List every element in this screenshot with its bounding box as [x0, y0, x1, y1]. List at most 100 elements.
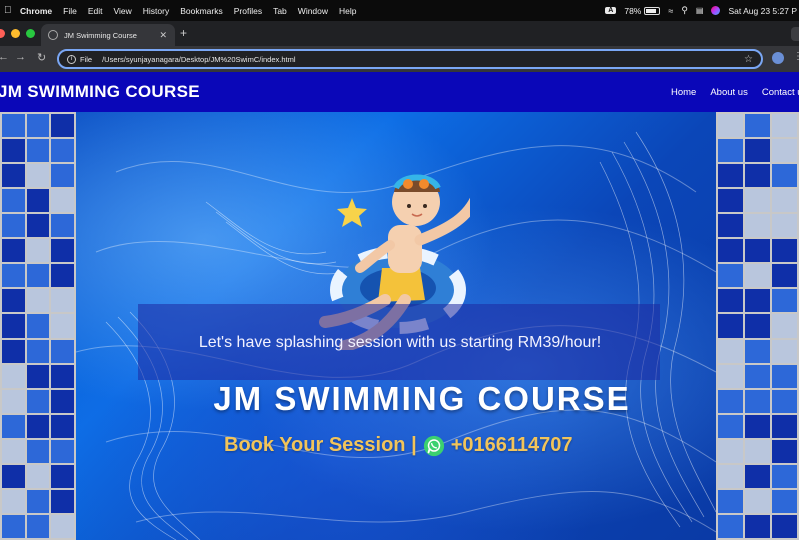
back-arrow-icon[interactable]: ←	[0, 51, 9, 63]
mosaic-tile	[772, 114, 797, 138]
menu-bookmarks[interactable]: Bookmarks	[180, 6, 223, 16]
mosaic-tile	[772, 189, 797, 213]
book-session-row[interactable]: Book Your Session | +0166114707	[224, 434, 573, 457]
mosaic-tile	[2, 139, 25, 163]
mosaic-tile	[26, 314, 50, 338]
mosaic-tile	[51, 464, 74, 488]
menu-kebab-icon[interactable]: ⋮	[793, 51, 799, 62]
bookmark-star-icon[interactable]: ☆	[744, 54, 753, 65]
hero-title: JM SWIMMING COURSE	[213, 380, 631, 417]
mosaic-tile	[745, 189, 770, 213]
mosaic-tile	[51, 339, 74, 363]
forward-arrow-icon[interactable]: →	[15, 51, 26, 63]
mosaic-tile	[772, 214, 797, 238]
mosaic-tile	[51, 439, 74, 463]
address-bar[interactable]: i File /Users/syunjayanagara/Desktop/JM%…	[57, 49, 763, 69]
mosaic-tile	[718, 514, 743, 538]
new-tab-button[interactable]: +	[180, 26, 187, 40]
wifi-icon[interactable]: ≈	[668, 6, 673, 16]
nav-home[interactable]: Home	[671, 87, 696, 98]
mosaic-tile	[51, 489, 74, 513]
zoom-window-button[interactable]	[26, 29, 35, 38]
scheme-label: File	[80, 54, 93, 64]
menu-window[interactable]: Window	[298, 6, 328, 16]
minimize-window-button[interactable]	[11, 29, 20, 38]
mosaic-tile	[26, 364, 50, 388]
nav-contact[interactable]: Contact u	[762, 87, 799, 98]
mosaic-tile	[2, 189, 25, 213]
battery-indicator[interactable]: 78%	[624, 5, 661, 16]
menu-tab[interactable]: Tab	[273, 6, 287, 16]
mosaic-tile	[26, 339, 50, 363]
clock[interactable]: Sat Aug 23 5:27 P	[728, 6, 797, 16]
url-text[interactable]: /Users/syunjayanagara/Desktop/JM%20SwimC…	[102, 55, 744, 64]
mosaic-tile	[2, 514, 25, 538]
mosaic-tile	[51, 239, 74, 263]
status-area: A 78% ≈ ⚲ ▤ Sat Aug 23 5:27 P	[605, 0, 799, 21]
mosaic-tile	[2, 314, 25, 338]
mosaic-tile	[772, 239, 797, 263]
mosaic-tile	[26, 214, 50, 238]
mosaic-tile	[718, 489, 743, 513]
mosaic-tile	[2, 239, 25, 263]
mosaic-tile	[26, 514, 50, 538]
input-source-badge[interactable]: A	[605, 7, 617, 14]
mosaic-tile	[26, 164, 50, 188]
phone-number[interactable]: +0166114707	[451, 434, 573, 457]
mosaic-tile	[2, 339, 25, 363]
mosaic-tiles-left	[0, 112, 76, 540]
apple-icon[interactable]: 	[4, 5, 14, 16]
mosaic-tile	[772, 514, 797, 538]
siri-icon[interactable]	[711, 6, 721, 15]
site-brand[interactable]: JM SWIMMING COURSE	[0, 82, 200, 102]
mosaic-tiles-right	[716, 112, 799, 540]
mosaic-tile	[745, 239, 770, 263]
mosaic-tile	[772, 389, 797, 413]
site-info-icon[interactable]: i	[67, 54, 76, 64]
close-window-button[interactable]	[0, 29, 5, 38]
mosaic-tile	[772, 289, 797, 313]
menu-profiles[interactable]: Profiles	[234, 6, 262, 16]
control-center-icon[interactable]: ▤	[696, 6, 704, 15]
mosaic-tile	[51, 189, 74, 213]
search-icon[interactable]: ⚲	[681, 5, 688, 16]
battery-percent: 78%	[624, 5, 642, 16]
mosaic-tile	[51, 214, 74, 238]
mosaic-tile	[51, 414, 74, 438]
mosaic-tile	[718, 414, 743, 438]
mosaic-tile	[26, 239, 50, 263]
globe-icon	[48, 30, 58, 40]
mosaic-tile	[745, 214, 770, 238]
menu-history[interactable]: History	[143, 6, 169, 16]
mosaic-tile	[718, 439, 743, 463]
mosaic-tile	[51, 514, 74, 538]
menu-chrome[interactable]: Chrome	[20, 6, 52, 16]
menu-view[interactable]: View	[113, 6, 131, 16]
mosaic-tile	[772, 314, 797, 338]
mosaic-tile	[745, 164, 770, 188]
site-nav-links: Home About us Contact u	[671, 87, 799, 98]
tab-jm-swimming-course[interactable]: JM Swimming Course ✕	[41, 24, 175, 46]
mosaic-tile	[718, 114, 743, 138]
reload-icon[interactable]: ↻	[37, 51, 46, 64]
mosaic-tile	[51, 164, 74, 188]
mosaic-tile	[718, 189, 743, 213]
close-tab-icon[interactable]: ✕	[159, 30, 167, 41]
mosaic-tile	[745, 264, 770, 288]
whatsapp-icon[interactable]	[423, 435, 445, 457]
mosaic-tile	[2, 289, 25, 313]
menu-help[interactable]: Help	[339, 6, 356, 16]
menu-file[interactable]: File	[63, 6, 77, 16]
menu-edit[interactable]: Edit	[88, 6, 103, 16]
profile-avatar[interactable]	[772, 52, 784, 64]
mosaic-tile	[2, 214, 25, 238]
mosaic-tile	[2, 364, 25, 388]
mosaic-tile	[745, 489, 770, 513]
mosaic-tile	[26, 189, 50, 213]
mosaic-tile	[745, 464, 770, 488]
mosaic-tile	[772, 439, 797, 463]
nav-about[interactable]: About us	[710, 87, 748, 98]
tab-search-button[interactable]	[791, 27, 799, 41]
hero-tagline: Let's have splashing session with us sta…	[198, 334, 602, 351]
mosaic-tile	[2, 114, 25, 138]
